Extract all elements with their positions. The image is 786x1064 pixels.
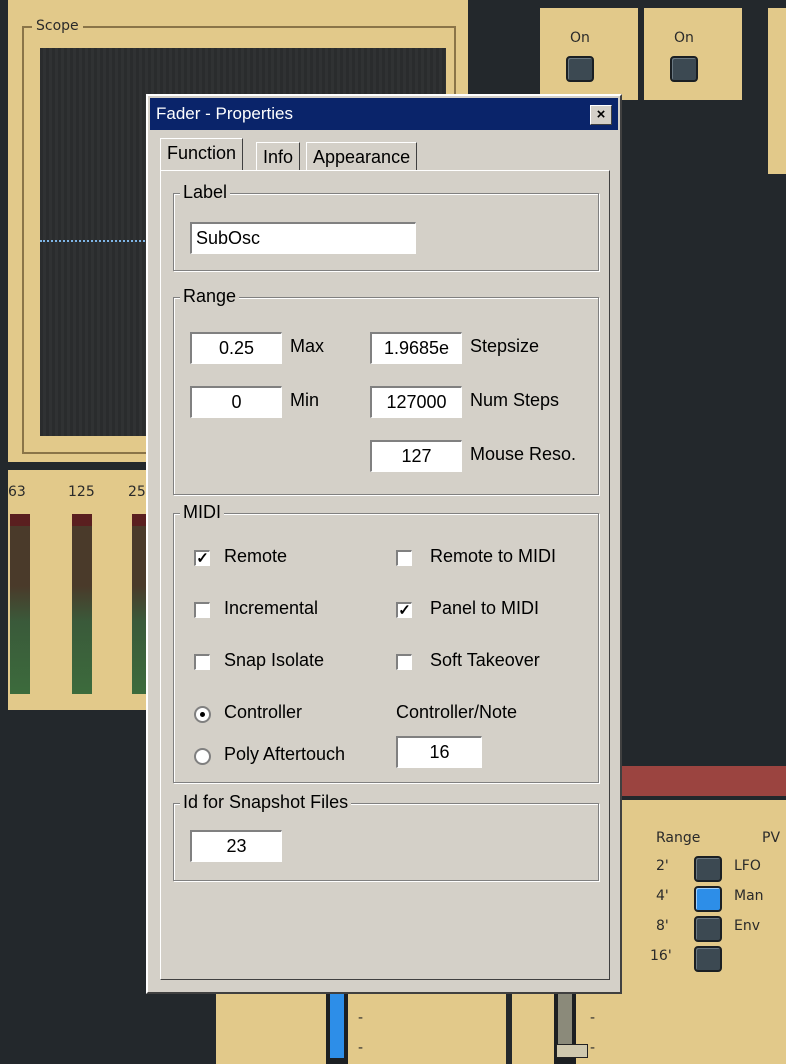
label-group: Label SubOsc [173,182,599,271]
on-panel-2 [644,8,742,100]
max-input[interactable]: 0.25 [190,332,282,364]
scope-trace [40,240,152,242]
range-button-8[interactable] [694,916,722,942]
midi-group-title: MIDI [180,502,224,523]
num-steps-input[interactable]: 127000 [370,386,462,418]
on-label-1: On [570,30,590,46]
incremental-checkbox[interactable] [194,602,210,618]
controller-radio[interactable] [194,706,211,723]
range-header: Range [656,830,701,846]
fader-mark: - [590,1040,596,1056]
range-label-2: 2' [656,858,669,874]
scope-title: Scope [32,18,83,34]
stepsize-input[interactable]: 1.9685e [370,332,462,364]
range-group-title: Range [180,286,240,307]
label-input[interactable]: SubOsc [190,222,416,254]
panel-to-midi-checkbox[interactable]: ✓ [396,602,412,618]
on-button-2[interactable] [670,56,698,82]
tab-appearance[interactable]: Appearance [306,142,418,170]
meter-label-63: 63 [8,484,26,500]
fader-knob[interactable] [556,1044,588,1058]
poly-aftertouch-label: Poly Aftertouch [224,744,346,764]
range-button-16[interactable] [694,946,722,972]
tab-info[interactable]: Info [256,142,301,170]
fader-mark: - [358,1010,364,1026]
tab-pane-function: Label SubOsc Range 0.25 Max 1.9685e Step… [160,170,610,980]
close-icon[interactable]: × [590,105,612,125]
poly-aftertouch-radio[interactable] [194,748,211,765]
dialog-title: Fader - Properties [156,104,293,123]
fader-mark: - [358,1040,364,1056]
controller-note-label: Controller/Note [396,702,518,722]
incremental-label: Incremental [224,598,319,618]
range-label-16: 16' [650,948,672,964]
soft-takeover-label: Soft Takeover [430,650,540,670]
pw-header: PV [762,830,781,846]
pw-label-lfo: LFO [734,858,761,874]
panel-to-midi-label: Panel to MIDI [430,598,540,618]
pw-label-env: Env [734,918,761,934]
min-input[interactable]: 0 [190,386,282,418]
fader-fill-grey[interactable] [558,994,572,1050]
on-label-2: On [674,30,694,46]
range-group: Range 0.25 Max 1.9685e Stepsize 0 Min 12… [173,286,599,495]
meter-bar [10,514,30,694]
range-button-4[interactable] [694,886,722,912]
min-label: Min [290,390,320,410]
snap-isolate-label: Snap Isolate [224,650,325,670]
controller-label: Controller [224,702,303,722]
meter-label-250: 25 [128,484,146,500]
snapshot-id-title: Id for Snapshot Files [180,792,352,813]
max-label: Max [290,336,325,356]
remote-to-midi-checkbox[interactable] [396,550,412,566]
stepsize-label: Stepsize [470,336,540,356]
mouse-reso-input[interactable]: 127 [370,440,462,472]
range-label-4: 4' [656,888,669,904]
radio-selected-dot [200,712,205,717]
label-group-title: Label [180,182,231,203]
remote-label: Remote [224,546,288,566]
snapshot-id-group: Id for Snapshot Files 23 [173,792,599,881]
range-button-2[interactable] [694,856,722,882]
on-panel-1 [540,8,638,100]
tab-function[interactable]: Function [160,138,244,170]
remote-to-midi-label: Remote to MIDI [430,546,557,566]
snapshot-id-input[interactable]: 23 [190,830,282,862]
remote-checkbox[interactable]: ✓ [194,550,210,566]
meter-label-125: 125 [68,484,95,500]
dialog-titlebar[interactable]: Fader - Properties × [150,98,618,130]
side-panel-right [768,8,786,174]
mouse-reso-label: Mouse Reso. [470,444,577,464]
snap-isolate-checkbox[interactable] [194,654,210,670]
fader-fill-blue[interactable] [330,994,344,1058]
fader-mark: - [590,1010,596,1026]
controller-note-input[interactable]: 16 [396,736,482,768]
soft-takeover-checkbox[interactable] [396,654,412,670]
range-label-8: 8' [656,918,669,934]
red-strip [622,766,786,796]
pw-label-man: Man [734,888,764,904]
midi-group: MIDI ✓ Remote Remote to MIDI Incremental… [173,502,599,783]
on-button-1[interactable] [566,56,594,82]
meter-bar [72,514,92,694]
num-steps-label: Num Steps [470,390,560,410]
fader-properties-dialog: Fader - Properties × Function Info Appea… [146,94,622,994]
